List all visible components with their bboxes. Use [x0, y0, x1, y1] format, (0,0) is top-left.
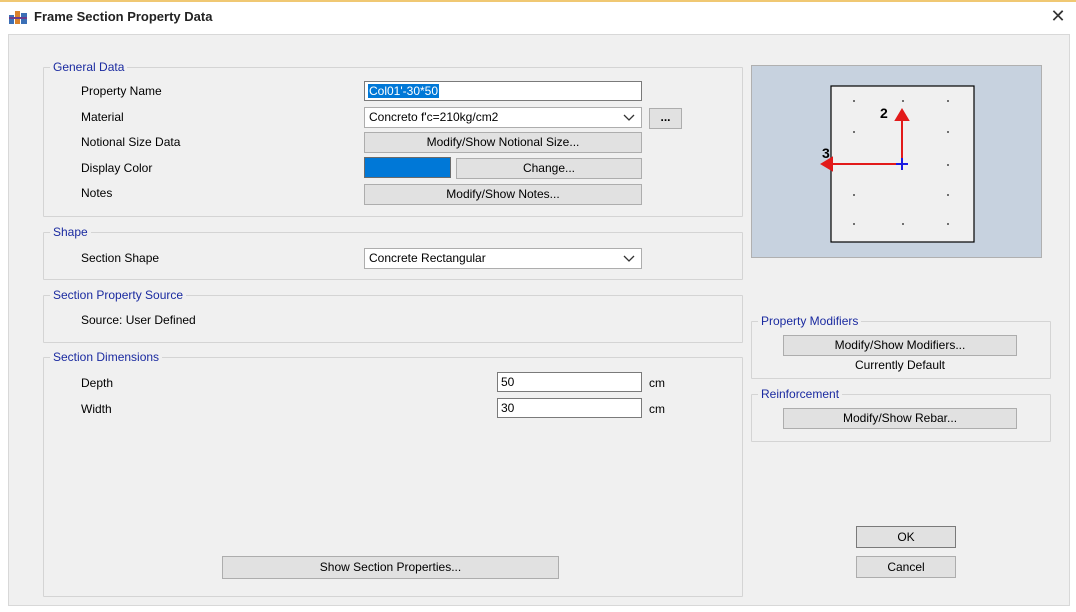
- modifiers-status: Currently Default: [854, 358, 946, 372]
- notional-size-label: Notional Size Data: [81, 135, 181, 149]
- notes-label: Notes: [81, 186, 113, 200]
- section-shape-value: Concrete Rectangular: [369, 251, 486, 265]
- section-shape-label: Section Shape: [81, 251, 160, 265]
- dialog-client: General Data Property Name Col01'-30*50 …: [8, 34, 1070, 606]
- section-source-legend: Section Property Source: [50, 288, 187, 302]
- section-preview-canvas: 2 3: [820, 85, 975, 243]
- property-name-input[interactable]: Col01'-30*50: [364, 81, 642, 101]
- title-bar: Frame Section Property Data ✕: [0, 0, 1076, 30]
- material-label: Material: [81, 110, 124, 124]
- change-color-button[interactable]: Change...: [456, 158, 642, 179]
- source-text: Source: User Defined: [81, 313, 196, 327]
- depth-input[interactable]: 50: [497, 372, 642, 392]
- display-color-label: Display Color: [81, 161, 153, 175]
- width-input[interactable]: 30: [497, 398, 642, 418]
- width-unit: cm: [649, 402, 665, 416]
- modify-modifiers-button[interactable]: Modify/Show Modifiers...: [783, 335, 1017, 356]
- notes-button[interactable]: Modify/Show Notes...: [364, 184, 642, 205]
- section-preview: 2 3: [751, 65, 1042, 258]
- modify-rebar-button[interactable]: Modify/Show Rebar...: [783, 408, 1017, 429]
- material-select[interactable]: Concreto f'c=210kg/cm2: [364, 107, 642, 128]
- property-modifiers-legend: Property Modifiers: [758, 314, 862, 328]
- shape-legend: Shape: [50, 225, 91, 239]
- cancel-button[interactable]: Cancel: [856, 556, 956, 578]
- chevron-down-icon: [623, 114, 635, 121]
- display-color-swatch[interactable]: [364, 157, 451, 178]
- general-data-legend: General Data: [50, 60, 128, 74]
- axis-3-label: 3: [822, 145, 830, 161]
- app-icon: [9, 11, 27, 24]
- material-value: Concreto f'c=210kg/cm2: [369, 110, 499, 124]
- material-more-button[interactable]: ...: [649, 108, 682, 129]
- ok-button[interactable]: OK: [856, 526, 956, 548]
- width-label: Width: [81, 402, 112, 416]
- section-shape-select[interactable]: Concrete Rectangular: [364, 248, 642, 269]
- depth-label: Depth: [81, 376, 114, 390]
- depth-unit: cm: [649, 376, 665, 390]
- property-name-label: Property Name: [81, 84, 162, 98]
- chevron-down-icon: [623, 255, 635, 262]
- window-title: Frame Section Property Data: [34, 9, 213, 24]
- show-section-properties-button[interactable]: Show Section Properties...: [222, 556, 559, 579]
- section-dimensions-legend: Section Dimensions: [50, 350, 163, 364]
- property-name-value: Col01'-30*50: [368, 84, 440, 98]
- axis-2-label: 2: [880, 105, 888, 121]
- reinforcement-legend: Reinforcement: [758, 387, 843, 401]
- notional-size-button[interactable]: Modify/Show Notional Size...: [364, 132, 642, 153]
- close-icon[interactable]: ✕: [1048, 6, 1068, 26]
